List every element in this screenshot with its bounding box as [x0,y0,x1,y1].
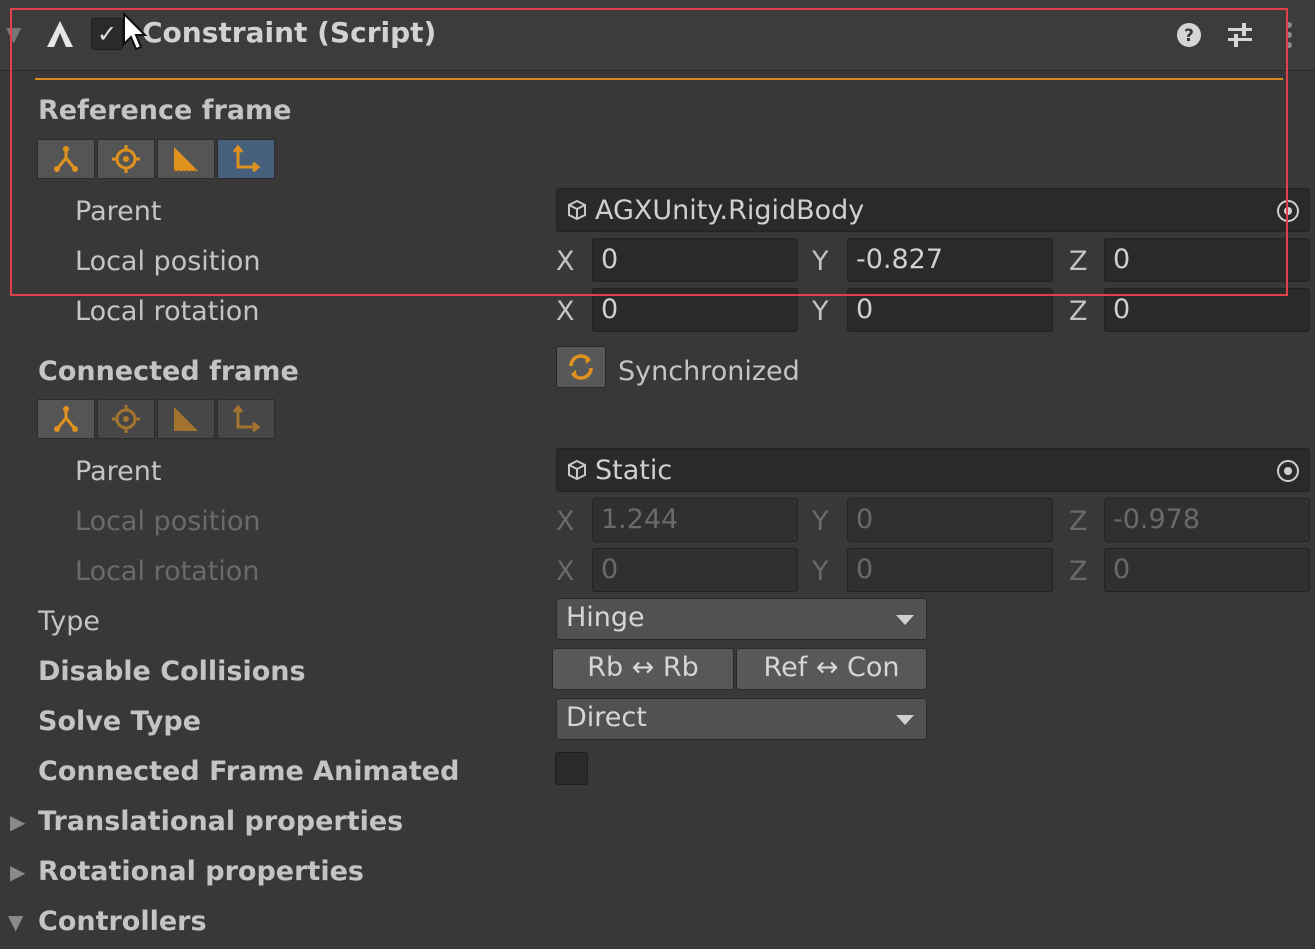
axis-x-label: X [556,506,575,537]
constraint-tool-button[interactable] [37,139,95,179]
solve-type-dropdown[interactable]: Direct [556,698,927,740]
axis-y-label: Y [812,296,829,327]
axis-z-label: Z [1069,506,1088,537]
more-icon[interactable] [1282,20,1296,50]
sync-icon [569,354,593,380]
connected-frame-label: Connected frame [38,356,299,387]
connected-position-y-input: 0 [847,498,1053,542]
collapsed-arrow-icon[interactable]: ▶ [10,810,25,834]
type-label: Type [38,606,101,637]
controllers-foldout[interactable]: Controllers [38,906,207,937]
axis-x-label: X [556,246,575,277]
connected-local-position-label: Local position [75,506,261,537]
type-dropdown[interactable]: Hinge [556,598,927,640]
constraint-tool-icon [54,406,78,432]
reference-frame-toolbar [37,139,275,179]
component-header[interactable]: ▼ ✓ Constraint (Script) ? [0,0,1315,71]
disable-collisions-label: Disable Collisions [38,656,306,687]
rb-rb-collision-button[interactable]: Rb ↔ Rb [552,648,734,690]
axis-z-label: Z [1069,556,1088,587]
object-picker-icon[interactable] [1275,198,1301,224]
dropdown-arrow-icon [896,715,914,725]
target-tool-icon [112,405,140,433]
connected-parent-field[interactable]: Static [556,448,1310,492]
frame-axes-tool-button[interactable] [217,399,275,439]
axis-z-label: Z [1069,246,1088,277]
reference-parent-value: AGXUnity.RigidBody [595,194,865,226]
frame-axes-icon [232,144,261,173]
constraint-tool-icon [54,146,78,172]
edge-tool-icon [174,407,198,431]
reference-rotation-x-input[interactable]: 0 [592,288,798,332]
reference-position-z-input[interactable]: 0 [1104,238,1310,282]
frame-axes-tool-button[interactable] [217,139,275,179]
enabled-checkbox[interactable]: ✓ [91,18,123,50]
reference-local-rotation-label: Local rotation [75,296,260,327]
connected-position-x-input: 1.244 [592,498,798,542]
solve-type-label: Solve Type [38,706,202,737]
foldout-arrow-icon[interactable]: ▼ [6,22,21,46]
accent-divider [35,78,1283,80]
rotational-properties-foldout[interactable]: Rotational properties [38,856,364,887]
target-tool-icon [112,145,140,173]
static-cube-icon [568,459,586,481]
connected-frame-animated-label: Connected Frame Animated [38,756,460,787]
target-tool-button[interactable] [97,139,155,179]
reference-position-x-input[interactable]: 0 [592,238,798,282]
frame-axes-icon [232,404,261,433]
reference-frame-label: Reference frame [38,95,292,126]
connected-parent-value: Static [595,454,673,486]
constraint-tool-button[interactable] [37,399,95,439]
svg-text:?: ? [1184,26,1194,46]
dropdown-arrow-icon [896,615,914,625]
component-title: Constraint (Script) [142,16,437,49]
ref-con-collision-button[interactable]: Ref ↔ Con [736,648,927,690]
connected-parent-label: Parent [75,456,162,487]
rigidbody-cube-icon [568,199,586,221]
reference-local-position-label: Local position [75,246,261,277]
mouse-cursor-icon [123,12,148,51]
connected-frame-toolbar [37,399,275,439]
edge-tool-button[interactable] [157,139,215,179]
constraint-icon [47,21,73,47]
axis-y-label: Y [812,506,829,537]
reference-parent-field[interactable]: AGXUnity.RigidBody [556,188,1310,232]
presets-icon[interactable] [1226,22,1254,48]
axis-y-label: Y [812,246,829,277]
connected-position-z-input: -0.978 [1104,498,1310,542]
reference-rotation-z-input[interactable]: 0 [1104,288,1310,332]
edge-tool-icon [174,147,198,172]
axis-z-label: Z [1069,296,1088,327]
reference-parent-label: Parent [75,196,162,227]
object-picker-icon[interactable] [1275,458,1301,484]
reference-position-y-input[interactable]: -0.827 [847,238,1053,282]
synchronized-label: Synchronized [618,356,800,387]
target-tool-button[interactable] [97,399,155,439]
translational-properties-foldout[interactable]: Translational properties [38,806,403,837]
collapsed-arrow-icon[interactable]: ▶ [10,860,25,884]
connected-rotation-y-input: 0 [847,548,1053,592]
connected-rotation-z-input: 0 [1104,548,1310,592]
expanded-arrow-icon[interactable]: ▼ [8,910,23,934]
edge-tool-button[interactable] [157,399,215,439]
help-icon[interactable]: ? [1176,22,1202,48]
axis-x-label: X [556,556,575,587]
solve-type-value: Direct [566,702,647,733]
connected-local-rotation-label: Local rotation [75,556,260,587]
axis-y-label: Y [812,556,829,587]
type-value: Hinge [566,602,645,633]
connected-rotation-x-input: 0 [592,548,798,592]
synchronize-toggle-button[interactable] [556,346,606,388]
reference-rotation-y-input[interactable]: 0 [847,288,1053,332]
axis-x-label: X [556,296,575,327]
connected-frame-animated-checkbox[interactable] [555,752,588,785]
